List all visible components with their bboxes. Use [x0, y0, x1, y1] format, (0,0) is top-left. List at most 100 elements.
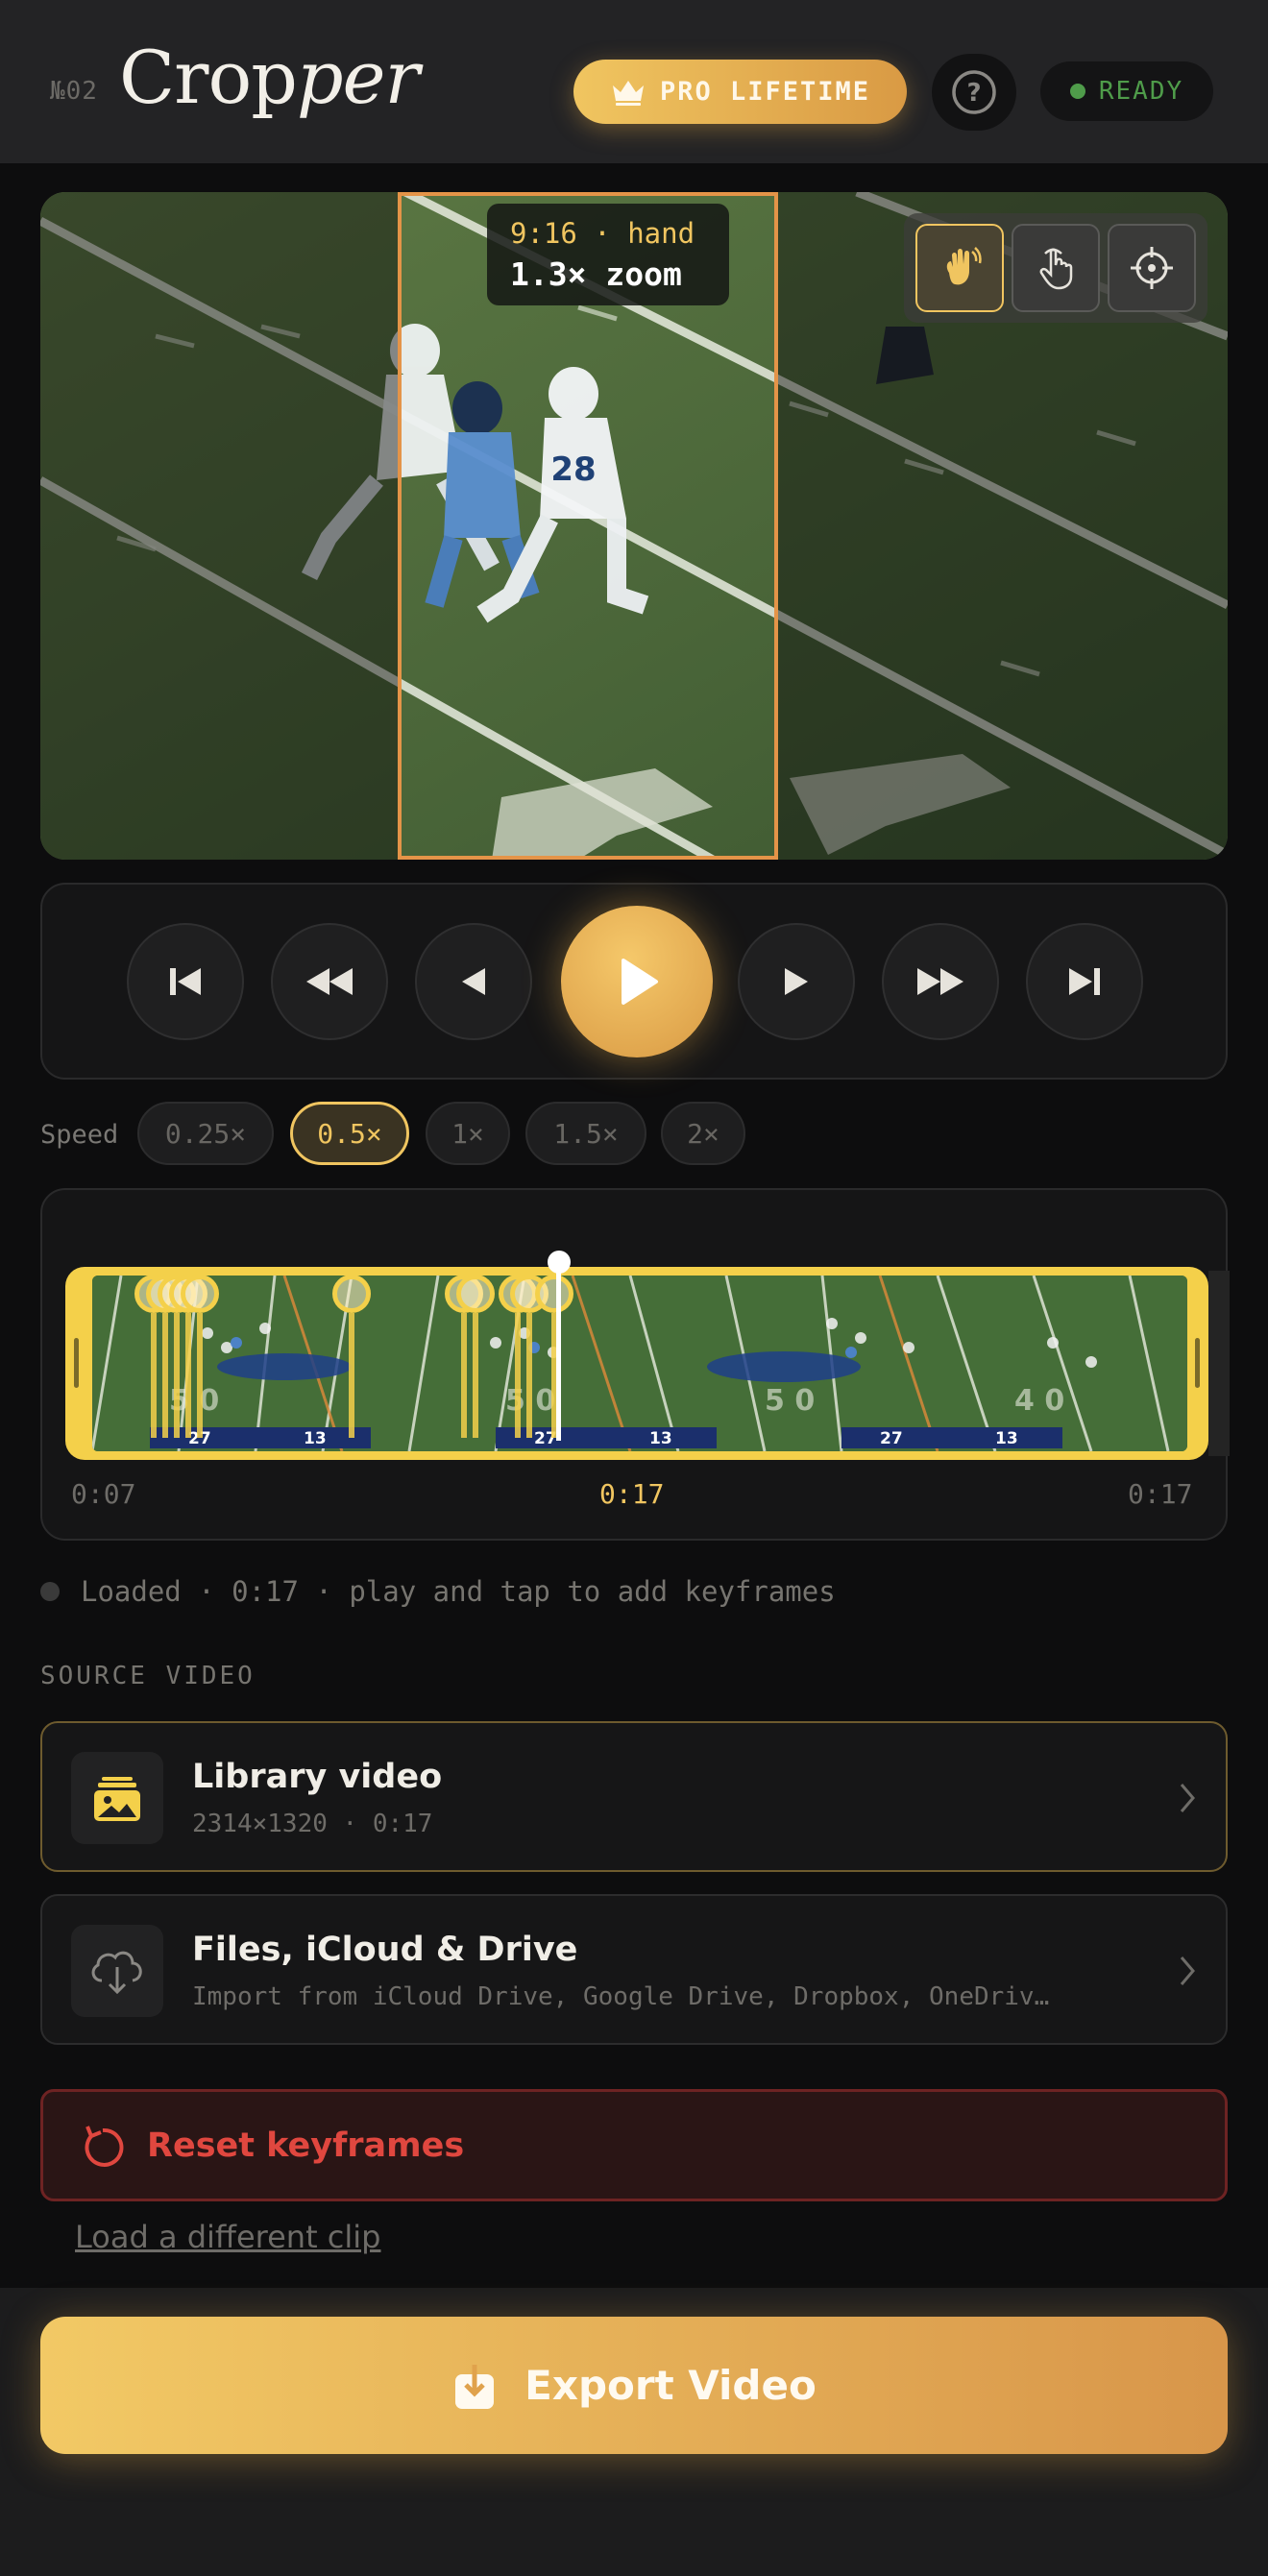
status-badge: READY [1040, 61, 1213, 121]
status-indicator-dot [40, 1582, 60, 1601]
crosshair-icon [1131, 247, 1173, 289]
export-footer: Export Video [0, 2288, 1268, 2576]
library-video-card[interactable]: Library video 2314×1320 · 0:17 [40, 1721, 1228, 1872]
keyframe-marker[interactable] [332, 1275, 371, 1313]
reset-icon [85, 2125, 124, 2167]
speed-chip-1[interactable]: 1× [426, 1102, 510, 1165]
speed-chip-2[interactable]: 2× [661, 1102, 745, 1165]
skip-to-end-icon [1069, 968, 1100, 995]
export-video-button[interactable]: Export Video [40, 2317, 1228, 2454]
library-icon-box [71, 1752, 163, 1844]
brand-prefix: Crop [119, 35, 298, 120]
timeline-strip[interactable]: 27 13 27 13 27 13 5 0 5 0 5 0 4 0 [65, 1267, 1208, 1460]
touch-mode-button[interactable] [1012, 224, 1100, 312]
keyframe-stem [473, 1313, 478, 1438]
photo-library-icon [94, 1777, 140, 1821]
trim-handle-left[interactable] [74, 1338, 79, 1388]
playhead[interactable] [556, 1258, 561, 1441]
rewind-icon [306, 968, 353, 995]
skip-to-start-button[interactable] [127, 923, 244, 1040]
keyframe-stem [526, 1313, 532, 1438]
transport-controls [40, 883, 1228, 1080]
export-video-label: Export Video [524, 2362, 817, 2409]
play-button[interactable] [561, 906, 713, 1057]
frame-yard-4: 4 0 [1014, 1384, 1064, 1418]
filmstrip-thumbnails: 27 13 27 13 27 13 5 0 5 0 5 0 4 0 [92, 1276, 1187, 1451]
edition-number: №02 [50, 77, 98, 106]
keyframe-stem [515, 1313, 521, 1438]
status-dot [1069, 84, 1085, 99]
trim-handle-right[interactable] [1195, 1338, 1200, 1388]
video-preview[interactable]: 28 9:16 · hand 1.3× zoom [40, 192, 1228, 860]
speed-chip-0.5[interactable]: 0.5× [290, 1102, 409, 1165]
step-forward-icon [785, 968, 808, 995]
keyframe-stem [162, 1313, 168, 1438]
crop-dim-left [40, 192, 398, 860]
step-back-button[interactable] [415, 923, 532, 1040]
frame-score-2: 13 [304, 1429, 327, 1448]
fast-forward-button[interactable] [882, 923, 999, 1040]
files-drive-card[interactable]: Files, iCloud & Drive Import from iCloud… [40, 1894, 1228, 2045]
skip-to-start-icon [170, 968, 201, 995]
keyframe-stem [349, 1313, 354, 1438]
cloud-download-icon [91, 1951, 142, 1995]
keyframe-stem [174, 1313, 180, 1438]
frame-score-5: 27 [880, 1429, 903, 1448]
keyframe-marker[interactable] [456, 1275, 495, 1313]
skip-to-end-button[interactable] [1026, 923, 1143, 1040]
rewind-button[interactable] [271, 923, 388, 1040]
cloud-icon-box [71, 1925, 163, 2017]
status-text: Loaded · 0:17 · play and tap to add keyf… [81, 1575, 836, 1608]
crop-zoom-label: 1.3× zoom [510, 255, 682, 293]
speed-chip-0.25[interactable]: 0.25× [137, 1102, 274, 1165]
status-badge-label: READY [1098, 77, 1184, 106]
files-drive-subtitle: Import from iCloud Drive, Google Drive, … [192, 1982, 1050, 2011]
keyframe-stem [151, 1313, 157, 1438]
keyframe-marker[interactable] [181, 1275, 219, 1313]
timeline-overflow [1208, 1271, 1230, 1456]
timeline-panel: 27 13 27 13 27 13 5 0 5 0 5 0 4 0 [40, 1188, 1230, 1541]
frame-score-4: 13 [649, 1429, 672, 1448]
keyframe-stem [197, 1313, 203, 1438]
hand-wave-icon [946, 247, 982, 285]
chevron-right-icon [1180, 1956, 1195, 1985]
help-button[interactable]: ? [932, 54, 1016, 131]
app-logo: Cropper [119, 35, 420, 120]
reset-keyframes-button[interactable]: Reset keyframes [40, 2089, 1228, 2201]
keyframe-stem [461, 1313, 467, 1438]
mode-toolbar [904, 213, 1207, 323]
crown-icon [612, 80, 644, 106]
keyframe-marker[interactable] [535, 1275, 573, 1313]
timeline-end-time: 0:17 [1128, 1478, 1193, 1510]
timeline-current-time: 0:17 [599, 1478, 665, 1510]
speed-chip-1.5[interactable]: 1.5× [525, 1102, 646, 1165]
frame-score-6: 13 [995, 1429, 1018, 1448]
app-header: №02 Cropper PRO LIFETIME ? READY [0, 0, 1268, 163]
keyframe-stem [185, 1313, 191, 1438]
chevron-right-icon [1180, 1784, 1195, 1812]
hand-mode-button[interactable] [915, 224, 1004, 312]
crop-ratio-label: 9:16 · hand [510, 217, 695, 250]
speed-label: Speed [40, 1120, 119, 1150]
reset-keyframes-label: Reset keyframes [147, 2126, 465, 2165]
brand-suffix: per [296, 35, 420, 120]
download-icon [455, 2364, 495, 2409]
timeline-start-time: 0:07 [71, 1478, 136, 1510]
step-back-icon [462, 968, 485, 995]
pro-lifetime-label: PRO LIFETIME [659, 77, 871, 107]
frame-yard-3: 5 0 [765, 1384, 815, 1418]
load-different-clip-link[interactable]: Load a different clip [75, 2219, 380, 2255]
pointer-hand-icon [1039, 248, 1073, 290]
playhead-knob[interactable] [548, 1251, 571, 1274]
status-line: Loaded · 0:17 · play and tap to add keyf… [40, 1575, 836, 1608]
fast-forward-icon [917, 968, 963, 995]
crop-info-badge: 9:16 · hand 1.3× zoom [487, 204, 729, 305]
track-mode-button[interactable] [1108, 224, 1196, 312]
pro-lifetime-button[interactable]: PRO LIFETIME [573, 60, 907, 124]
library-video-meta: 2314×1320 · 0:17 [192, 1810, 433, 1838]
files-drive-title: Files, iCloud & Drive [192, 1931, 578, 1969]
help-glyph: ? [966, 79, 981, 108]
step-forward-button[interactable] [738, 923, 855, 1040]
source-video-heading: SOURCE VIDEO [40, 1662, 256, 1690]
play-icon [622, 959, 658, 1005]
